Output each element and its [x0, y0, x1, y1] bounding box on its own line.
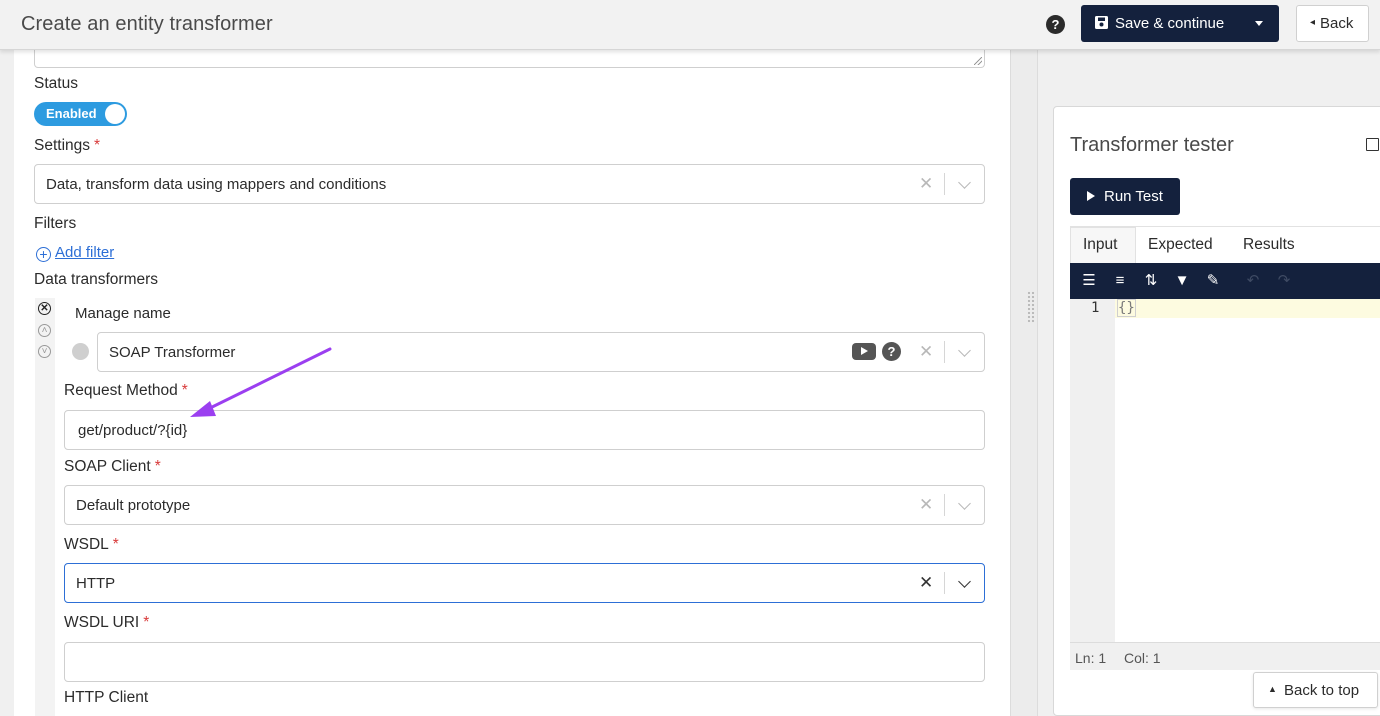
wsdl-label: WSDL *: [64, 536, 119, 553]
help-icon[interactable]: ?: [882, 342, 901, 361]
back-label: Back: [1320, 15, 1354, 32]
request-method-value: get/product/?{id}: [78, 422, 188, 439]
chevron-up-icon: ▲: [1268, 684, 1277, 694]
redo-icon[interactable]: ↷: [1275, 272, 1293, 290]
transformer-controls-strip: [35, 298, 55, 716]
soap-client-select[interactable]: Default prototype ✕: [64, 485, 985, 525]
annotation-arrow: [190, 347, 332, 417]
drag-handle-icon[interactable]: [1027, 291, 1035, 323]
run-test-button[interactable]: Run Test: [1070, 178, 1180, 215]
panel-splitter[interactable]: [1010, 50, 1038, 716]
filters-label: Filters: [34, 215, 77, 232]
soap-client-value: Default prototype: [76, 497, 191, 514]
status-line: Ln: 1: [1075, 650, 1107, 666]
settings-value: Data, transform data using mappers and c…: [46, 176, 387, 193]
editor-gutter: [1070, 299, 1115, 642]
code-editor[interactable]: [1070, 299, 1380, 642]
add-filter-link[interactable]: + Add filter: [36, 244, 114, 262]
play-icon: [1087, 191, 1095, 201]
settings-select[interactable]: Data, transform data using mappers and c…: [34, 164, 985, 204]
status-label: Status: [34, 75, 78, 92]
wsdl-value: HTTP: [76, 575, 116, 592]
filter-icon[interactable]: ▼: [1173, 272, 1191, 290]
external-link-icon[interactable]: [1366, 138, 1379, 151]
plus-circle-icon: +: [36, 247, 51, 262]
save-continue-label: Save & continue: [1115, 15, 1225, 32]
select-separator: [944, 572, 945, 594]
page-title: Create an entity transformer: [21, 13, 273, 35]
back-to-top-button[interactable]: ▲ Back to top: [1253, 672, 1378, 708]
clear-icon[interactable]: ✕: [919, 174, 933, 194]
chevron-down-icon[interactable]: [958, 176, 971, 189]
select-separator: [944, 341, 945, 363]
resize-grip-icon[interactable]: [974, 57, 982, 65]
status-dot-icon: [72, 343, 89, 360]
toggle-knob: [105, 104, 125, 124]
tab-expected[interactable]: Expected: [1148, 236, 1213, 254]
wsdl-uri-label: WSDL URI *: [64, 614, 150, 631]
wrench-icon[interactable]: ✎: [1204, 272, 1222, 290]
soap-client-label: SOAP Client *: [64, 458, 161, 475]
tester-title: Transformer tester: [1070, 134, 1234, 156]
chevron-down-icon[interactable]: [958, 497, 971, 510]
select-separator: [944, 494, 945, 516]
save-disk-icon: [1095, 16, 1108, 29]
top-bar: Create an entity transformer ? Save & co…: [0, 0, 1380, 50]
select-separator: [944, 173, 945, 195]
clear-icon[interactable]: ✕: [919, 573, 933, 593]
http-client-label: HTTP Client: [64, 689, 149, 706]
run-test-label: Run Test: [1104, 188, 1163, 205]
status-toggle[interactable]: Enabled: [34, 102, 127, 126]
back-button[interactable]: ◂ Back: [1296, 5, 1369, 42]
format-icon[interactable]: ☰: [1080, 272, 1098, 290]
request-method-label: Request Method *: [64, 382, 188, 399]
sort-icon[interactable]: ⇅: [1142, 272, 1160, 290]
line-number: 1: [1091, 300, 1100, 316]
back-to-top-label: Back to top: [1284, 682, 1360, 699]
tab-results[interactable]: Results: [1243, 236, 1295, 254]
chevron-left-icon: ◂: [1310, 17, 1316, 28]
move-down-icon[interactable]: ˅: [38, 345, 51, 358]
chevron-down-icon[interactable]: [958, 344, 971, 357]
settings-label: Settings *: [34, 137, 101, 154]
data-transformers-label: Data transformers: [34, 271, 159, 288]
wsdl-select[interactable]: HTTP ✕: [64, 563, 985, 603]
wsdl-uri-input[interactable]: [64, 642, 985, 682]
chevron-down-icon[interactable]: [1255, 21, 1263, 26]
clear-icon[interactable]: ✕: [919, 342, 933, 362]
help-icon[interactable]: ?: [1046, 15, 1065, 34]
video-icon[interactable]: [852, 343, 876, 360]
chevron-down-icon[interactable]: [958, 575, 971, 588]
remove-transformer-icon[interactable]: ✕: [38, 302, 51, 315]
compact-icon[interactable]: ≡: [1111, 272, 1129, 290]
save-continue-button[interactable]: Save & continue: [1081, 5, 1279, 42]
status-column: Col: 1: [1124, 650, 1161, 666]
code-content[interactable]: {}: [1117, 299, 1136, 317]
clear-icon[interactable]: ✕: [919, 495, 933, 515]
tab-input[interactable]: Input: [1083, 236, 1117, 254]
toggle-label: Enabled: [46, 106, 97, 121]
move-up-icon[interactable]: ˄: [38, 324, 51, 337]
active-line-highlight: [1115, 299, 1380, 318]
editor-status-bar: Ln: 1 Col: 1: [1070, 642, 1380, 670]
undo-icon[interactable]: ↶: [1244, 272, 1262, 290]
manage-name-label: Manage name: [75, 305, 171, 322]
